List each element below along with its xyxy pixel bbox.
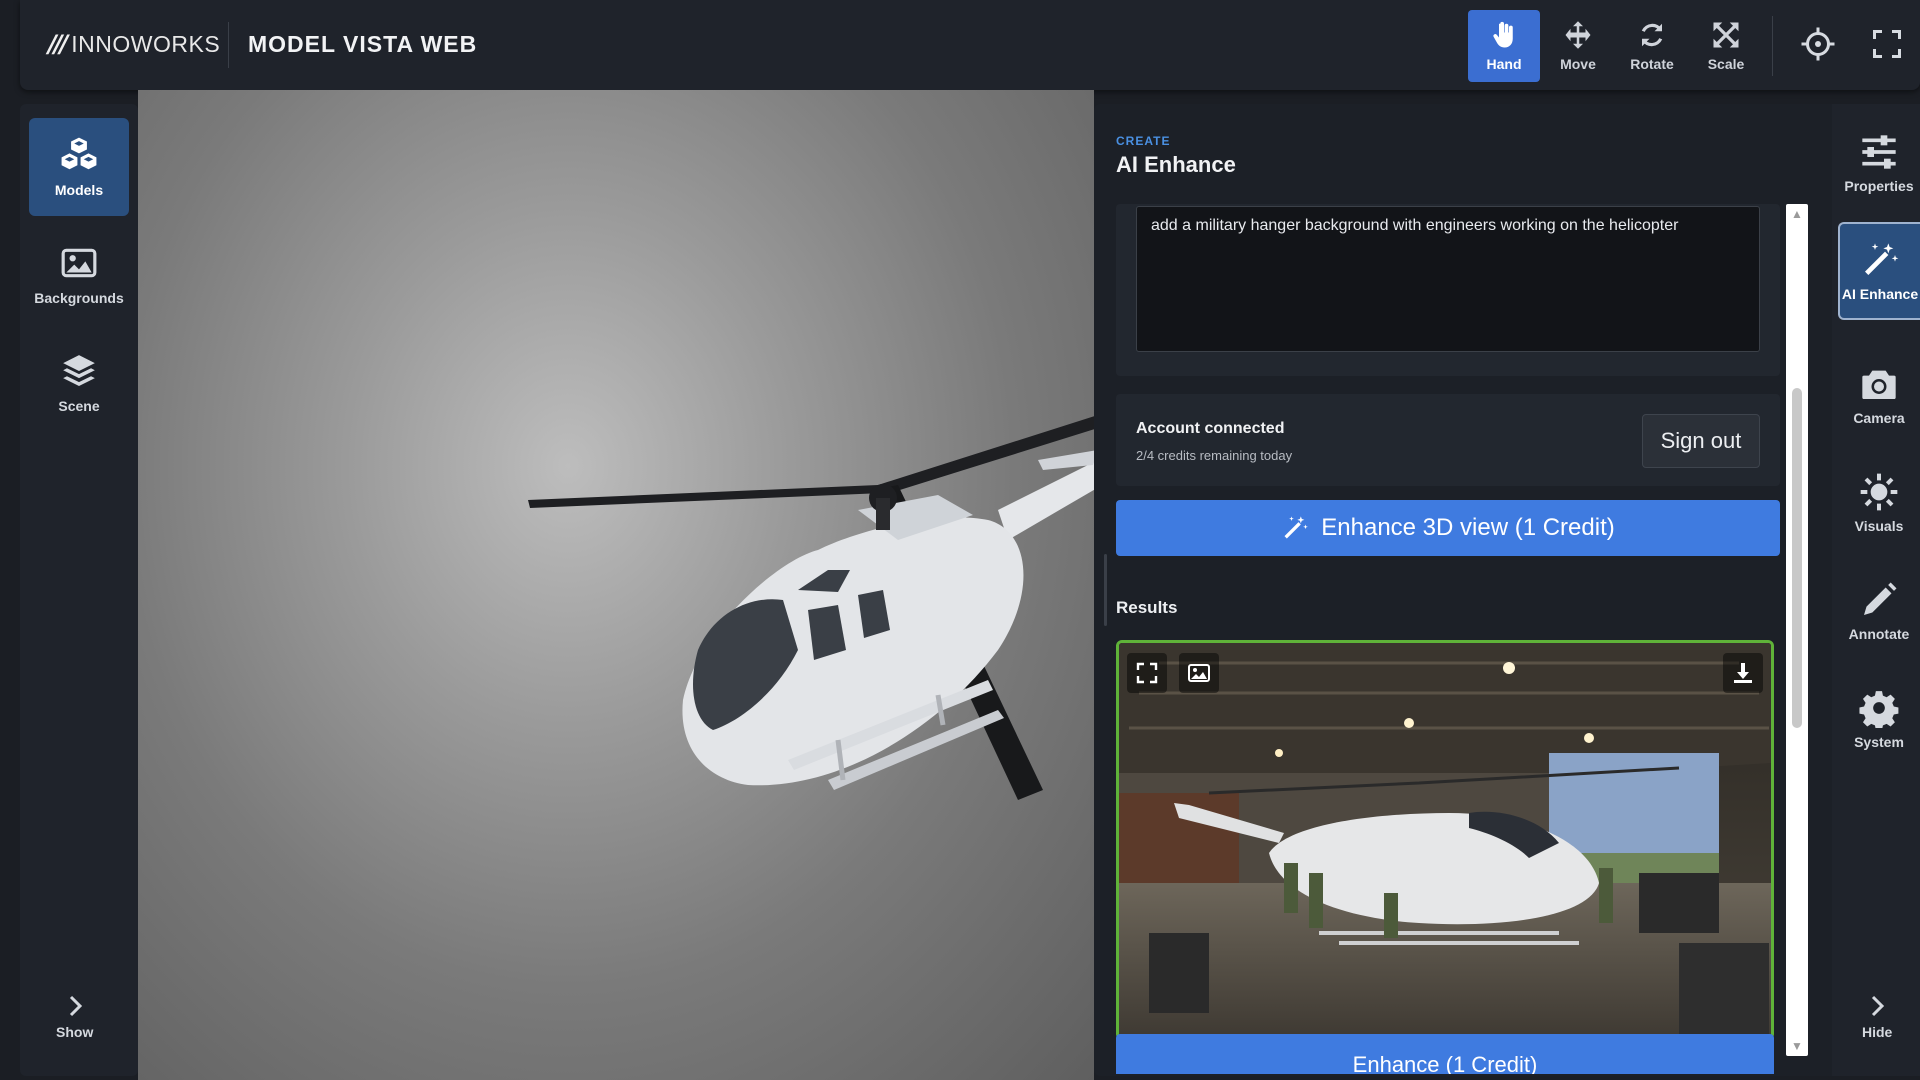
sidebar-item-annotate[interactable]: Annotate	[1838, 562, 1920, 660]
panel-scrollbar[interactable]: ▲ ▼	[1786, 204, 1808, 1056]
show-label: Show	[56, 1024, 94, 1040]
move-icon	[1565, 21, 1591, 49]
helicopter-model[interactable]	[138, 90, 1094, 1080]
sidebar-item-visuals[interactable]: Visuals	[1838, 454, 1920, 552]
expand-result-button[interactable]	[1127, 653, 1167, 693]
sun-icon	[1860, 473, 1898, 511]
set-background-button[interactable]	[1179, 653, 1219, 693]
prompt-textarea[interactable]: add a military hanger background with en…	[1136, 206, 1760, 352]
download-icon	[1734, 663, 1752, 683]
sign-out-button[interactable]: Sign out	[1642, 414, 1760, 468]
download-result-button[interactable]	[1723, 653, 1763, 693]
toolbar-separator	[1772, 16, 1773, 76]
rotate-icon	[1641, 23, 1663, 47]
result-enhance-button[interactable]: Enhance (1 Credit)	[1116, 1034, 1774, 1074]
sidebar-item-properties[interactable]: Properties	[1838, 114, 1920, 212]
rotor-mast	[876, 498, 890, 530]
section-label: CREATE	[1116, 134, 1171, 148]
show-sidebar-button[interactable]: Show	[56, 994, 93, 1040]
credits-remaining: 2/4 credits remaining today	[1136, 448, 1293, 463]
camera-icon	[1862, 370, 1896, 399]
app-title: MODEL VISTA WEB	[248, 31, 478, 57]
sidebar-item-system[interactable]: System	[1838, 670, 1920, 768]
sidebar-item-camera[interactable]: Camera	[1838, 346, 1920, 444]
sliders-icon	[1862, 135, 1896, 169]
sidebar-label-models: Models	[54, 182, 104, 198]
rotor-blade-left	[528, 485, 883, 508]
enhance-3d-view-button[interactable]: Enhance 3D view (1 Credit)	[1116, 500, 1780, 556]
tool-move-label: Move	[1560, 56, 1596, 72]
ai-enhance-panel: CREATE AI Enhance add a military hanger …	[1094, 104, 1832, 1076]
sidebar-label-system: System	[1854, 734, 1904, 750]
hide-label: Hide	[1862, 1024, 1893, 1040]
sidebar-item-models[interactable]: Models	[29, 118, 129, 216]
3d-viewport[interactable]	[138, 90, 1094, 1080]
tool-move-button[interactable]: Move	[1542, 10, 1614, 82]
hide-sidebar-button[interactable]: Hide	[1862, 994, 1892, 1040]
right-sidebar: Properties AI Enhance Camera Visuals Ann…	[1832, 104, 1920, 1076]
tool-hand-label: Hand	[1486, 56, 1522, 72]
tool-scale-label: Scale	[1707, 56, 1745, 72]
cubes-icon	[61, 137, 97, 170]
sidebar-label-visuals: Visuals	[1854, 518, 1904, 534]
scroll-up-icon[interactable]: ▲	[1791, 208, 1803, 220]
title-divider	[228, 22, 229, 68]
top-bar: /// INNOWORKS MODEL VISTA WEB Hand Move …	[20, 0, 1920, 90]
pencil-icon	[1864, 582, 1897, 615]
gear-icon	[1859, 691, 1899, 728]
panel-title: AI Enhance	[1116, 152, 1236, 177]
brand-mark-icon: ///	[48, 30, 68, 58]
expand-icon	[1136, 662, 1158, 684]
sidebar-label-backgrounds: Backgrounds	[34, 290, 124, 306]
sidebar-label-properties: Properties	[1844, 178, 1914, 194]
fullscreen-icon[interactable]	[1872, 29, 1902, 59]
prompt-section: add a military hanger background with en…	[1116, 204, 1780, 376]
tool-hand-button[interactable]: Hand	[1468, 10, 1540, 82]
left-sidebar: Models Backgrounds Scene Show	[20, 104, 138, 1076]
tool-scale-button[interactable]: Scale	[1690, 10, 1762, 82]
image-icon	[1188, 664, 1210, 682]
sidebar-label-annotate: Annotate	[1848, 626, 1910, 642]
layers-icon	[63, 355, 95, 387]
brand-name: INNOWORKS	[71, 30, 221, 57]
chevron-right-icon	[1872, 995, 1885, 1017]
crosshair-icon[interactable]	[1800, 26, 1836, 62]
enhance-button-label: Enhance 3D view (1 Credit)	[1321, 514, 1615, 541]
hand-icon	[1493, 21, 1513, 48]
sidebar-label-ai-enhance: AI Enhance	[1841, 286, 1919, 302]
result-image	[1119, 643, 1771, 1037]
scroll-thumb[interactable]	[1792, 388, 1802, 728]
magic-wand-icon	[1284, 516, 1309, 539]
results-heading: Results	[1116, 598, 1178, 617]
sidebar-item-ai-enhance[interactable]: AI Enhance	[1838, 222, 1920, 320]
account-section: Account connected 2/4 credits remaining …	[1116, 394, 1780, 486]
brand-logo: /// INNOWORKS	[48, 30, 220, 58]
account-status: Account connected	[1136, 420, 1285, 437]
image-icon	[61, 248, 97, 278]
result-card[interactable]	[1116, 640, 1774, 1040]
tool-rotate-button[interactable]: Rotate	[1616, 10, 1688, 82]
result-enhance-label: Enhance (1 Credit)	[1352, 1052, 1538, 1074]
scale-icon	[1713, 22, 1739, 48]
sidebar-label-scene: Scene	[58, 398, 100, 414]
chevron-right-icon	[69, 995, 82, 1017]
sidebar-item-backgrounds[interactable]: Backgrounds	[29, 226, 129, 324]
panel-resize-handle[interactable]	[1104, 554, 1107, 626]
tool-rotate-label: Rotate	[1630, 56, 1674, 72]
magic-wand-icon	[1865, 243, 1899, 275]
scroll-down-icon[interactable]: ▼	[1791, 1040, 1803, 1052]
sidebar-label-camera: Camera	[1853, 410, 1905, 426]
sidebar-item-scene[interactable]: Scene	[29, 334, 129, 432]
